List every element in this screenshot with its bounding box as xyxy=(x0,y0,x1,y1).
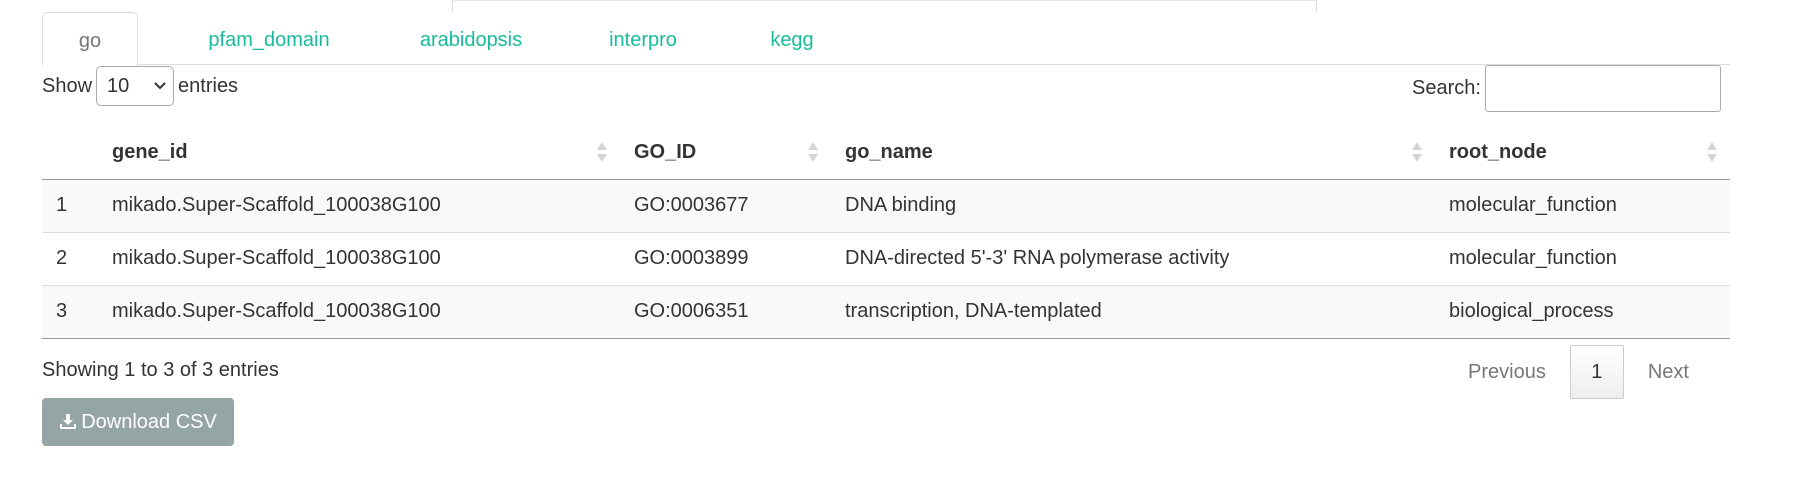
table-row[interactable]: 2 mikado.Super-Scaffold_100038G100 GO:00… xyxy=(42,232,1730,286)
divider xyxy=(452,0,453,12)
column-header-go-name[interactable]: go_name xyxy=(831,126,1435,180)
sort-icon xyxy=(596,140,608,164)
page-length-control: Show 10 entries xyxy=(42,66,238,106)
entries-label: entries xyxy=(178,74,239,97)
row-index: 2 xyxy=(42,232,98,286)
sort-icon xyxy=(1411,140,1423,164)
download-icon xyxy=(59,413,77,431)
tab-interpro[interactable]: interpro xyxy=(588,12,698,65)
cell-go-id: GO:0003677 xyxy=(620,179,831,233)
cell-go-id: GO:0006351 xyxy=(620,285,831,339)
column-header-label: gene_id xyxy=(112,140,188,163)
cell-gene-id: mikado.Super-Scaffold_100038G100 xyxy=(98,285,620,339)
chevron-down-icon xyxy=(153,67,167,105)
tab-bar: go pfam_domain arabidopsis interpro kegg xyxy=(42,12,1730,66)
tab-go[interactable]: go xyxy=(42,12,138,66)
tab-kegg[interactable]: kegg xyxy=(747,12,837,65)
cell-root-node: biological_process xyxy=(1435,285,1730,339)
cell-go-name: DNA-directed 5'-3' RNA polymerase activi… xyxy=(831,232,1435,286)
table-row[interactable]: 1 mikado.Super-Scaffold_100038G100 GO:00… xyxy=(42,179,1730,233)
tab-arabidopsis[interactable]: arabidopsis xyxy=(396,12,546,65)
download-csv-button[interactable]: Download CSV xyxy=(42,398,234,446)
cell-go-name: DNA binding xyxy=(831,179,1435,233)
column-header-label: GO_ID xyxy=(634,140,697,163)
tab-pfam-domain[interactable]: pfam_domain xyxy=(194,12,344,65)
column-header-gene-id[interactable]: gene_id xyxy=(98,126,620,180)
cell-go-id: GO:0003899 xyxy=(620,232,831,286)
cell-root-node: molecular_function xyxy=(1435,179,1730,233)
cell-gene-id: mikado.Super-Scaffold_100038G100 xyxy=(98,179,620,233)
column-header-root-node[interactable]: root_node xyxy=(1435,126,1730,180)
row-index: 3 xyxy=(42,285,98,339)
table-info: Showing 1 to 3 of 3 entries xyxy=(42,359,279,381)
sort-icon xyxy=(1706,140,1718,164)
divider xyxy=(452,0,1316,1)
pagination: Previous 1 Next xyxy=(1448,345,1709,399)
divider xyxy=(1316,0,1317,12)
cell-go-name: transcription, DNA-templated xyxy=(831,285,1435,339)
column-header-index xyxy=(42,126,98,180)
page-length-value: 10 xyxy=(107,75,130,97)
search-label: Search: xyxy=(1412,77,1481,99)
cell-gene-id: mikado.Super-Scaffold_100038G100 xyxy=(98,232,620,286)
next-button[interactable]: Next xyxy=(1628,345,1709,399)
table-header-row: gene_id GO_ID go_name root_node xyxy=(42,126,1730,180)
page-length-select[interactable]: 10 xyxy=(96,66,175,106)
previous-button[interactable]: Previous xyxy=(1448,345,1566,399)
show-label: Show xyxy=(42,74,93,97)
table-row[interactable]: 3 mikado.Super-Scaffold_100038G100 GO:00… xyxy=(42,285,1730,339)
sort-icon xyxy=(807,140,819,164)
column-header-label: go_name xyxy=(845,140,933,163)
download-csv-label: Download CSV xyxy=(81,410,217,433)
page-button-1[interactable]: 1 xyxy=(1569,345,1624,399)
column-header-label: root_node xyxy=(1449,140,1547,163)
data-table: gene_id GO_ID go_name root_node 1 mikado… xyxy=(42,126,1730,339)
search-input[interactable] xyxy=(1484,65,1721,112)
column-header-go-id[interactable]: GO_ID xyxy=(620,126,831,180)
cell-root-node: molecular_function xyxy=(1435,232,1730,286)
row-index: 1 xyxy=(42,179,98,233)
search-control: Search: xyxy=(1412,65,1721,112)
